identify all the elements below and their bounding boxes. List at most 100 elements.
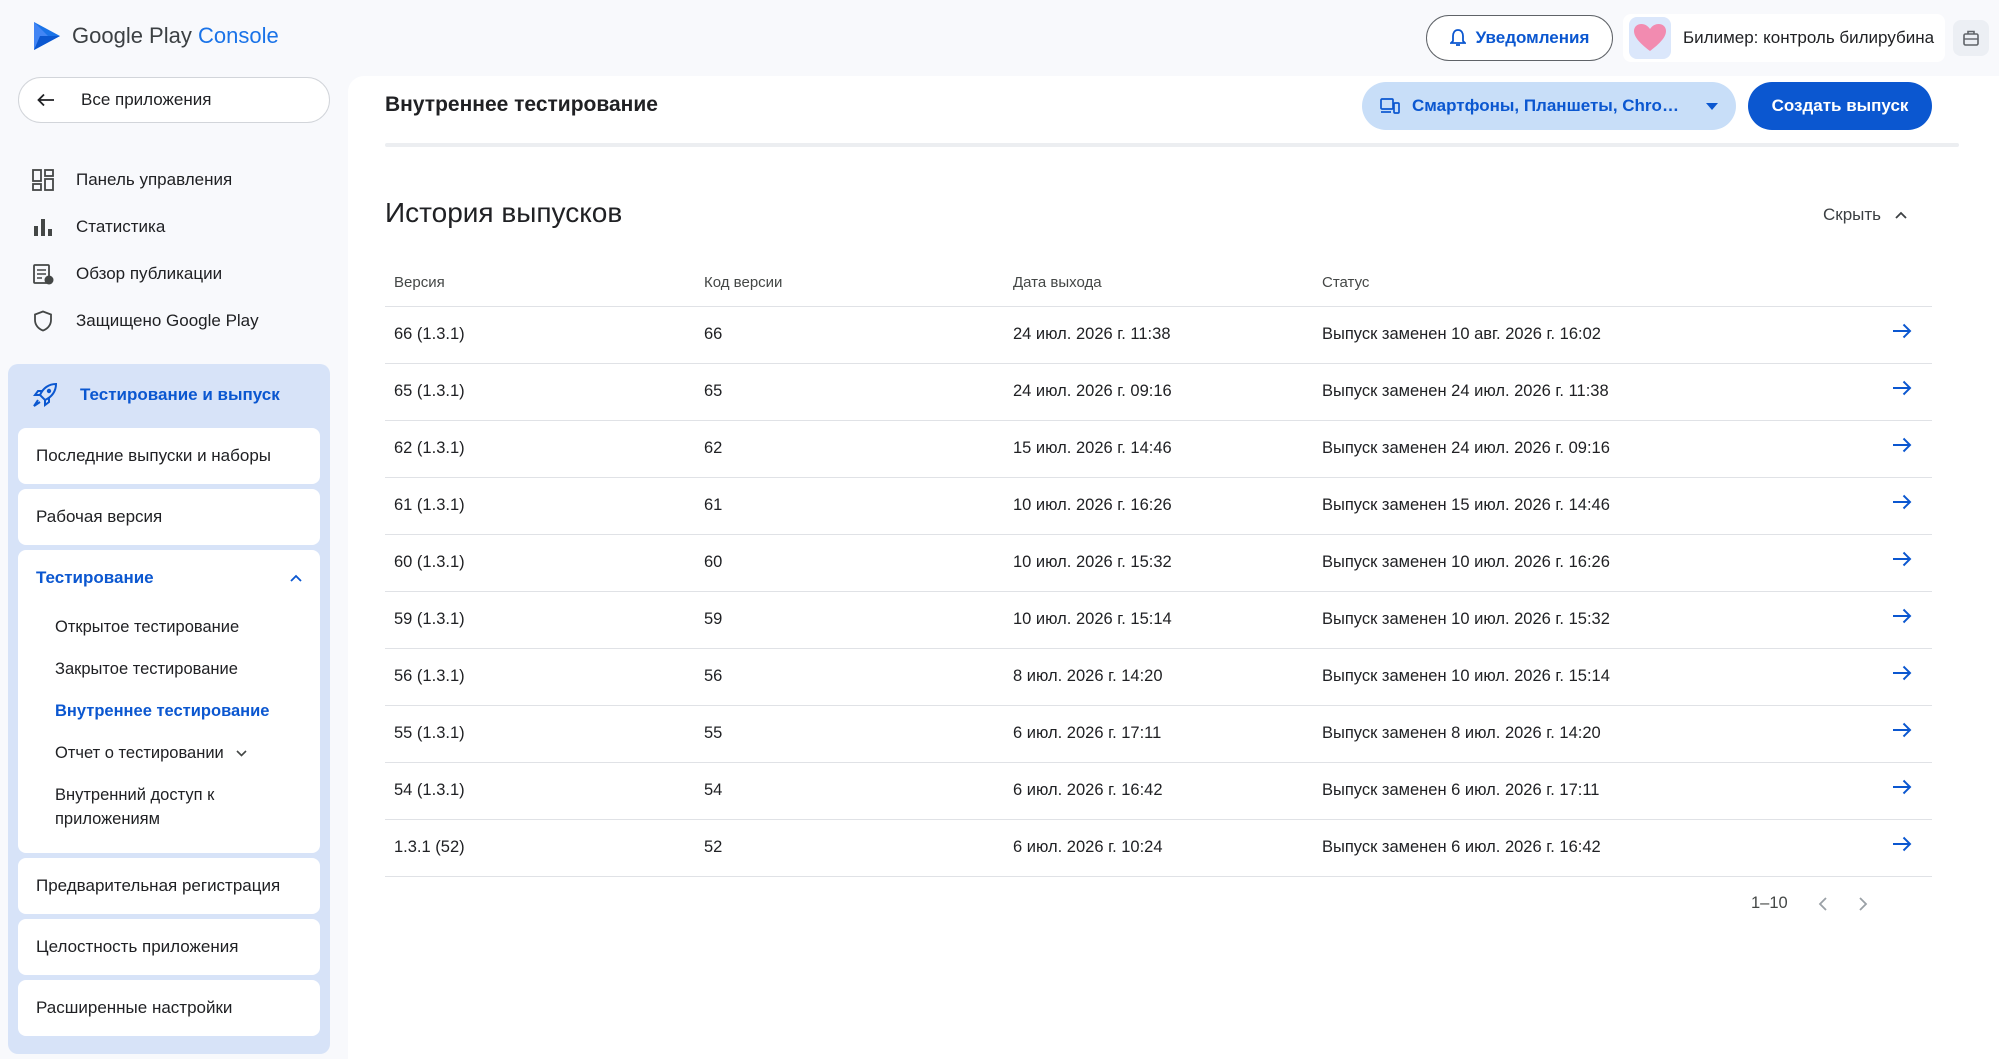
cell-version-code-text: 59 bbox=[704, 610, 723, 628]
page-title: Внутреннее тестирование bbox=[385, 93, 658, 116]
testing-and-release-header[interactable]: Тестирование и выпуск bbox=[32, 382, 280, 408]
table-row[interactable]: 66 (1.3.1) 66 24 июл. 2026 г. 11:38 Выпуск … bbox=[385, 306, 1932, 364]
cell-version-code-text: 66 bbox=[704, 325, 723, 343]
cell-version-code: 62 bbox=[695, 420, 1004, 478]
table-row[interactable]: 55 (1.3.1) 55 6 июл. 2026 г. 17:11 Выпуск з… bbox=[385, 705, 1932, 763]
cell-version: 1.3.1 (52) bbox=[385, 819, 695, 877]
arrow-forward-icon bbox=[1893, 551, 1912, 567]
table-row[interactable]: 60 (1.3.1) 60 10 июл. 2026 г. 15:32 Выпуск … bbox=[385, 534, 1932, 592]
cell-version-text: 66 (1.3.1) bbox=[394, 325, 465, 343]
cell-version: 61 (1.3.1) bbox=[385, 477, 695, 535]
arrow-forward-icon bbox=[1893, 437, 1912, 453]
cell-status-text: Выпуск заменен 6 июл. 2026 г. 16:42 bbox=[1322, 838, 1601, 856]
sidebar-item-recent-releases[interactable]: Последние выпуски и наборы bbox=[18, 428, 320, 484]
notifications-button[interactable]: Уведомления bbox=[1426, 15, 1613, 61]
cell-version-text: 60 (1.3.1) bbox=[394, 553, 465, 571]
cell-release-date: 8 июл. 2026 г. 14:20 bbox=[1004, 648, 1313, 706]
cell-version-code-text: 62 bbox=[704, 439, 723, 457]
row-open-button[interactable] bbox=[1872, 762, 1932, 820]
dashboard-icon bbox=[32, 168, 54, 191]
sidebar-item-app-integrity[interactable]: Целостность приложения bbox=[18, 919, 320, 975]
arrow-forward-icon bbox=[1893, 494, 1912, 510]
chevron-right-icon[interactable] bbox=[1858, 896, 1868, 912]
cell-version-code: 56 bbox=[695, 648, 1004, 706]
publishing-overview-icon bbox=[33, 263, 54, 284]
cell-version: 55 (1.3.1) bbox=[385, 705, 695, 763]
cell-version-code-text: 65 bbox=[704, 382, 723, 400]
cell-status: Выпуск заменен 6 июл. 2026 г. 16:42 bbox=[1313, 819, 1872, 877]
sidebar-group-testing: Тестирование Открытое тестирование Закры… bbox=[18, 550, 320, 853]
row-open-button[interactable] bbox=[1872, 534, 1932, 592]
sidebar-item-internal-testing[interactable]: Внутреннее тестирование bbox=[18, 690, 320, 732]
google-play-console-logo[interactable]: Google Play Console bbox=[32, 20, 279, 52]
row-open-button[interactable] bbox=[1872, 591, 1932, 649]
sidebar-item-closed-testing[interactable]: Закрытое тестирование bbox=[18, 648, 320, 690]
sidebar-item-testing-report[interactable]: Отчет о тестировании bbox=[18, 732, 320, 774]
column-header-version-code: Код версии bbox=[695, 260, 1004, 307]
table-row[interactable]: 56 (1.3.1) 56 8 июл. 2026 г. 14:20 Выпуск з… bbox=[385, 648, 1932, 706]
chevron-down-icon bbox=[236, 749, 247, 757]
column-header-version: Версия bbox=[385, 260, 695, 307]
sidebar-item-publishing-overview[interactable]: Обзор публикации bbox=[18, 250, 330, 297]
app-icon bbox=[1629, 17, 1671, 59]
row-open-button[interactable] bbox=[1872, 363, 1932, 421]
sidebar-item-production[interactable]: Рабочая версия bbox=[18, 489, 320, 545]
cell-release-date: 24 июл. 2026 г. 11:38 bbox=[1004, 306, 1313, 364]
sidebar-item-statistics[interactable]: Статистика bbox=[18, 203, 330, 250]
sidebar-item-pre-registration[interactable]: Предварительная регистрация bbox=[18, 858, 320, 914]
row-open-button[interactable] bbox=[1872, 705, 1932, 763]
table-row[interactable]: 1.3.1 (52) 52 6 июл. 2026 г. 10:24 Выпуск з… bbox=[385, 819, 1932, 877]
table-row[interactable]: 59 (1.3.1) 59 10 июл. 2026 г. 15:14 Выпуск … bbox=[385, 591, 1932, 649]
sidebar-item-dashboard[interactable]: Панель управления bbox=[18, 156, 330, 203]
cell-version-code-text: 61 bbox=[704, 496, 723, 514]
row-open-button[interactable] bbox=[1872, 477, 1932, 535]
testing-group-header[interactable]: Тестирование bbox=[18, 550, 320, 606]
device-selector-button[interactable]: Смартфоны, Планшеты, Chrome O... bbox=[1362, 82, 1736, 130]
sub-item-label: Внутреннее тестирование bbox=[55, 702, 270, 720]
cell-status: Выпуск заменен 8 июл. 2026 г. 14:20 bbox=[1313, 705, 1872, 763]
top-bar: Google Play Console Уведомления Билимер:… bbox=[0, 0, 1999, 76]
cell-status: Выпуск заменен 10 июл. 2026 г. 16:26 bbox=[1313, 534, 1872, 592]
cell-release-date: 6 июл. 2026 г. 10:24 bbox=[1004, 819, 1313, 877]
table-row[interactable]: 54 (1.3.1) 54 6 июл. 2026 г. 16:42 Выпуск з… bbox=[385, 762, 1932, 820]
cell-version-code: 59 bbox=[695, 591, 1004, 649]
cell-version-code: 66 bbox=[695, 306, 1004, 364]
sidebar-item-play-protect[interactable]: Защищено Google Play bbox=[18, 297, 330, 344]
table-row[interactable]: 62 (1.3.1) 62 15 июл. 2026 г. 14:46 Выпуск … bbox=[385, 420, 1932, 478]
cell-version-code: 54 bbox=[695, 762, 1004, 820]
all-apps-label: Все приложения bbox=[81, 90, 212, 109]
arrow-back-icon bbox=[37, 93, 54, 107]
sidebar-item-label: Защищено Google Play bbox=[76, 310, 259, 330]
arrow-forward-icon bbox=[1893, 608, 1912, 624]
header-divider bbox=[385, 143, 1959, 147]
sidebar-item-advanced-settings[interactable]: Расширенные настройки bbox=[18, 980, 320, 1036]
app-selector[interactable]: Билимер: контроль билирубина bbox=[1623, 14, 1945, 62]
row-open-button[interactable] bbox=[1872, 819, 1932, 877]
cell-status: Выпуск заменен 10 июл. 2026 г. 15:14 bbox=[1313, 648, 1872, 706]
chevron-left-icon[interactable] bbox=[1818, 896, 1828, 912]
cell-status-text: Выпуск заменен 8 июл. 2026 г. 14:20 bbox=[1322, 724, 1601, 742]
table-row[interactable]: 61 (1.3.1) 61 10 июл. 2026 г. 16:26 Выпуск … bbox=[385, 477, 1932, 535]
sidebar-item-internal-app-sharing[interactable]: Внутренний доступ к приложениям bbox=[18, 774, 238, 831]
release-history-table: Версия Код версии Дата выхода Статус 66 … bbox=[385, 260, 1932, 877]
row-open-button[interactable] bbox=[1872, 306, 1932, 364]
cell-version-text: 59 (1.3.1) bbox=[394, 610, 465, 628]
pagination: 1–10 bbox=[1751, 894, 1868, 913]
create-release-button[interactable]: Создать выпуск bbox=[1748, 82, 1932, 130]
row-open-button[interactable] bbox=[1872, 648, 1932, 706]
cell-release-date-text: 24 июл. 2026 г. 09:16 bbox=[1013, 382, 1172, 400]
row-open-button[interactable] bbox=[1872, 420, 1932, 478]
cell-status-text: Выпуск заменен 24 июл. 2026 г. 11:38 bbox=[1322, 382, 1609, 400]
cell-version: 66 (1.3.1) bbox=[385, 306, 695, 364]
account-switcher-icon[interactable] bbox=[1953, 20, 1989, 56]
table-row[interactable]: 65 (1.3.1) 65 24 июл. 2026 г. 09:16 Выпуск … bbox=[385, 363, 1932, 421]
cell-version-code: 65 bbox=[695, 363, 1004, 421]
cell-version-text: 54 (1.3.1) bbox=[394, 781, 465, 799]
cell-version-text: 61 (1.3.1) bbox=[394, 496, 465, 514]
hide-section-button[interactable]: Скрыть bbox=[1823, 205, 1907, 225]
arrow-forward-icon bbox=[1893, 323, 1912, 339]
pagination-range: 1–10 bbox=[1751, 894, 1788, 912]
sub-item-label: Закрытое тестирование bbox=[55, 660, 238, 678]
sidebar-item-open-testing[interactable]: Открытое тестирование bbox=[18, 606, 320, 648]
all-apps-button[interactable]: Все приложения bbox=[18, 77, 330, 123]
